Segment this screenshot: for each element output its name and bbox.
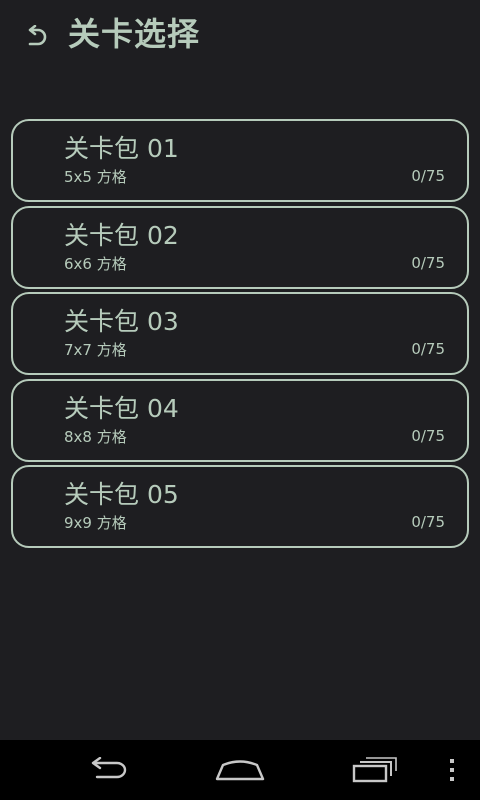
level-pack-02[interactable]: 关卡包 02 6x6 方格 0/75 xyxy=(11,205,469,289)
nav-menu-button[interactable] xyxy=(430,740,474,800)
system-navigation-bar xyxy=(0,740,480,800)
pack-grid-size: 8x8 方格 xyxy=(64,427,127,446)
menu-icon xyxy=(450,759,454,781)
pack-name: 关卡包 04 xyxy=(64,393,179,423)
undo-back-icon xyxy=(28,25,47,46)
pack-name: 关卡包 02 xyxy=(64,220,179,250)
pack-grid-size: 5x5 方格 xyxy=(64,168,127,186)
nav-back-button[interactable] xyxy=(62,740,152,800)
pack-progress: 0/75 xyxy=(411,340,445,358)
pack-progress: 0/75 xyxy=(411,513,445,531)
pack-progress: 0/75 xyxy=(411,167,445,185)
pack-name: 关卡包 05 xyxy=(64,480,179,509)
pack-progress: 0/75 xyxy=(411,426,445,445)
nav-home-button[interactable] xyxy=(195,740,285,800)
level-pack-04[interactable]: 关卡包 04 8x8 方格 0/75 xyxy=(11,378,469,462)
pack-grid-size: 6x6 方格 xyxy=(64,254,127,273)
back-button[interactable] xyxy=(18,20,52,54)
pack-grid-size: 9x9 方格 xyxy=(64,514,127,532)
level-pack-03[interactable]: 关卡包 03 7x7 方格 0/75 xyxy=(11,292,469,375)
level-select-screen: 关卡选择 关卡包 01 5x5 方格 0/75 关卡包 02 6x6 方格 0/… xyxy=(0,0,480,800)
home-icon xyxy=(215,760,265,781)
pack-name: 关卡包 01 xyxy=(64,134,179,163)
level-pack-list: 关卡包 01 5x5 方格 0/75 关卡包 02 6x6 方格 0/75 关卡… xyxy=(11,119,469,552)
level-pack-01[interactable]: 关卡包 01 5x5 方格 0/75 xyxy=(11,119,469,202)
pack-name: 关卡包 03 xyxy=(64,307,179,336)
header: 关卡选择 xyxy=(0,0,480,70)
page-title: 关卡选择 xyxy=(68,15,201,53)
pack-progress: 0/75 xyxy=(411,253,445,272)
nav-recents-button[interactable] xyxy=(330,740,420,800)
level-pack-05[interactable]: 关卡包 05 9x9 方格 0/75 xyxy=(11,465,469,548)
recents-icon xyxy=(352,757,397,783)
pack-grid-size: 7x7 方格 xyxy=(64,341,127,359)
back-icon xyxy=(91,757,127,779)
